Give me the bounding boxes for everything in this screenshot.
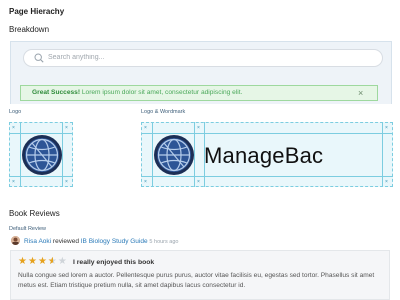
search-input[interactable]	[48, 49, 348, 67]
guide-x-mark: ×	[144, 179, 147, 185]
review-action: reviewed	[52, 238, 79, 245]
review-time: 5 hours ago	[149, 239, 179, 245]
page-title: Page Hierachy	[9, 7, 65, 16]
success-alert: Great Success! Lorem ipsum dolor sit ame…	[20, 85, 378, 101]
star-rating: ★★★★★★	[18, 257, 68, 267]
logo-label: Logo	[9, 109, 22, 115]
star-icon: ★	[18, 256, 28, 267]
star-icon: ★	[27, 256, 38, 267]
guide-x-mark: ×	[12, 125, 15, 131]
guide-x-mark: ×	[197, 125, 200, 131]
review-body: Nulla congue sed lorem a auctor. Pellent…	[18, 272, 375, 289]
guide-x-mark: ×	[12, 179, 15, 185]
reviewer-link[interactable]: Risa Aoki	[24, 238, 51, 245]
guide-x-mark: ×	[65, 179, 68, 185]
managebac-globe-logo	[154, 135, 194, 175]
alert-message: Lorem ipsum dolor sit amet, consectetur …	[81, 89, 243, 96]
review-headline: I really enjoyed this book	[73, 259, 155, 266]
managebac-globe-logo	[22, 135, 62, 175]
guide-x-mark: ×	[65, 125, 68, 131]
alert-title: Great Success!	[32, 89, 81, 96]
star-icon: ★	[37, 256, 48, 267]
review-meta: Risa Aoki reviewed IB Biology Study Guid…	[24, 238, 178, 245]
wordmark-label: Logo & Wordmark	[141, 109, 186, 115]
book-reviews-heading: Book Reviews	[9, 209, 60, 218]
guide-x-mark: ×	[144, 125, 147, 131]
guide-line	[382, 122, 383, 187]
guide-x-mark: ×	[385, 179, 388, 185]
search-icon	[34, 53, 44, 63]
close-icon[interactable]: ×	[358, 86, 363, 100]
default-review-label: Default Review	[9, 226, 46, 232]
guide-x-mark: ×	[197, 179, 200, 185]
guide-line	[9, 176, 73, 177]
book-link[interactable]: IB Biology Study Guide	[81, 238, 148, 245]
guide-x-mark: ×	[385, 125, 388, 131]
managebac-wordmark: ManageBac	[204, 143, 324, 168]
star-icon: ★	[57, 256, 68, 267]
breakdown-heading: Breakdown	[9, 25, 50, 34]
half-star-icon: ★★	[47, 256, 58, 267]
avatar	[11, 236, 20, 245]
guide-line	[141, 176, 393, 177]
